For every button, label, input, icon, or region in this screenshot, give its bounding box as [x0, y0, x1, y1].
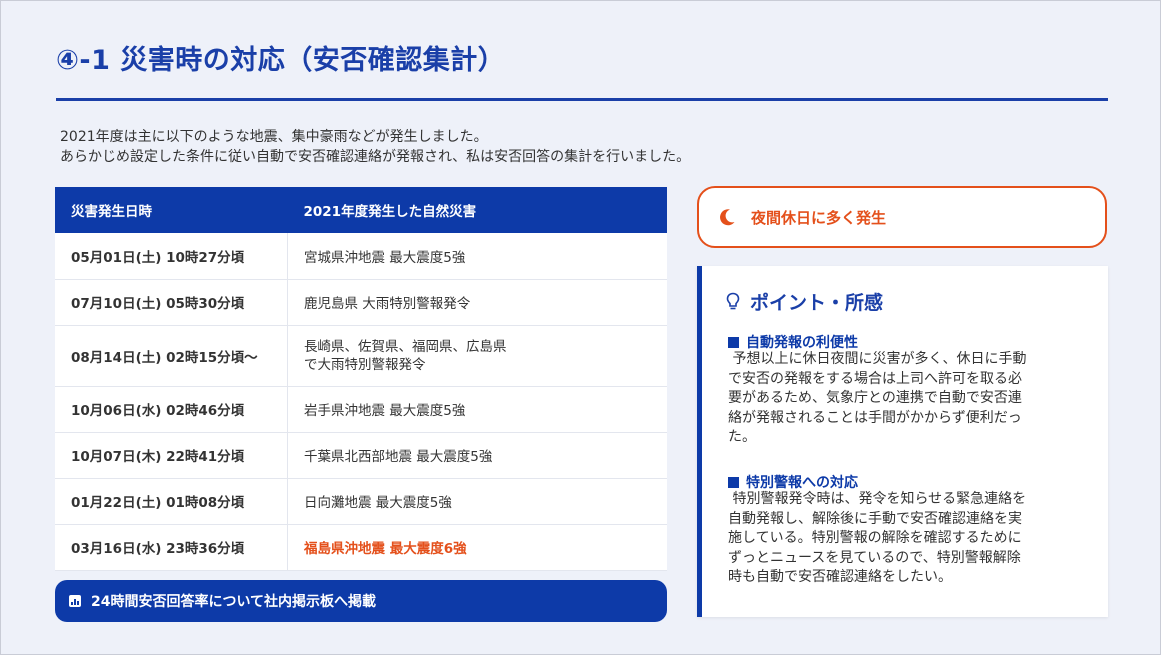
points-header: ポイント・所感: [726, 288, 883, 315]
square-bullet-icon: [728, 476, 739, 488]
header-event: 2021年度発生した自然災害: [287, 187, 667, 233]
row-event: 長崎県、佐賀県、福岡県、広島県 で大雨特別警報発令: [287, 325, 667, 387]
disaster-table: 災害発生日時 2021年度発生した自然災害 05月01日(土) 10時27分頃 …: [55, 187, 667, 571]
intro-line-2: あらかじめ設定した条件に従い自動で安否確認連絡が発報され、私は安否回答の集計を行…: [60, 149, 691, 165]
body-line: 絡が発報されることは手間がかからず便利だっ: [728, 409, 1022, 426]
row-event: 千葉県北西部地震 最大震度5強: [287, 432, 667, 479]
square-bullet-icon: [728, 336, 739, 348]
night-holiday-callout: 夜間休日に多く発生: [697, 186, 1107, 248]
lightbulb-icon: [726, 292, 740, 309]
body-line: 予想以上に休日夜間に災害が多く、休日に手動: [728, 351, 1027, 367]
table-row: 01月22日(土) 01時08分頃 日向灘地震 最大震度5強: [55, 478, 667, 525]
intro-text: 2021年度は主に以下のような地震、集中豪雨などが発生しました。 あらかじめ設定…: [60, 127, 690, 167]
moon-icon: [720, 209, 735, 226]
intro-line-1: 2021年度は主に以下のような地震、集中豪雨などが発生しました。: [60, 129, 488, 145]
section-body-auto-dispatch: 予想以上に休日夜間に災害が多く、休日に手動 で安否の発報をする場合は上司へ許可を…: [728, 350, 1090, 448]
row-event-highlight: 福島県沖地震 最大震度6強: [287, 524, 667, 571]
row-event: 鹿児島県 大雨特別警報発令: [287, 279, 667, 326]
banner-text: 24時間安否回答率について社内掲示板へ掲載: [91, 594, 377, 610]
row-event: 岩手県沖地震 最大震度5強: [287, 386, 667, 433]
body-line: ずっとニュースを見ているので、特別警報解除: [728, 549, 1021, 566]
row-date: 10月06日(水) 02時46分頃: [55, 386, 288, 433]
table-row: 10月07日(木) 22時41分頃 千葉県北西部地震 最大震度5強: [55, 432, 667, 479]
body-line: 時も自動で安否確認連絡をしたい。: [728, 569, 952, 586]
section-title-text: 自動発報の利便性: [746, 335, 858, 351]
section-title-special-warning: 特別警報への対応: [728, 472, 858, 492]
body-line: で安否の発報をする場合は上司へ許可を取る必: [728, 370, 1022, 387]
body-line: た。: [728, 429, 756, 446]
row-date: 03月16日(水) 23時36分頃: [55, 524, 288, 571]
page-title: ④-1 災害時の対応（安否確認集計）: [56, 45, 506, 76]
table-row-highlight: 03月16日(水) 23時36分頃 福島県沖地震 最大震度6強: [55, 524, 667, 571]
table-row: 10月06日(水) 02時46分頃 岩手県沖地震 最大震度5強: [55, 386, 667, 433]
row-date: 10月07日(木) 22時41分頃: [55, 432, 288, 479]
row-event: 宮城県沖地震 最大震度5強: [287, 233, 667, 280]
table-row: 05月01日(土) 10時27分頃 宮城県沖地震 最大震度5強: [55, 233, 667, 280]
row-event-line-1: 長崎県、佐賀県、福岡県、広島県: [304, 338, 507, 355]
table-row: 07月10日(土) 05時30分頃 鹿児島県 大雨特別警報発令: [55, 279, 667, 326]
body-line: 自動発報し、解除後に手動で安否確認連絡を実: [728, 510, 1022, 527]
row-date: 01月22日(土) 01時08分頃: [55, 478, 288, 525]
row-date: 08月14日(土) 02時15分頃〜: [55, 325, 288, 387]
section-body-special-warning: 特別警報発令時は、発令を知らせる緊急連絡を 自動発報し、解除後に手動で安否確認連…: [728, 490, 1090, 588]
points-title: ポイント・所感: [750, 292, 884, 314]
bar-chart-icon: [69, 595, 81, 607]
header-date: 災害発生日時: [55, 187, 288, 233]
body-line: 特別警報発令時は、発令を知らせる緊急連絡を: [728, 491, 1027, 507]
row-date: 07月10日(土) 05時30分頃: [55, 279, 288, 326]
table-header-row: 災害発生日時 2021年度発生した自然災害: [55, 187, 667, 233]
section-title-text: 特別警報への対応: [746, 475, 858, 491]
callout-text: 夜間休日に多く発生: [751, 208, 887, 227]
points-card: ポイント・所感 自動発報の利便性 予想以上に休日夜間に災害が多く、休日に手動 で…: [697, 266, 1108, 617]
section-title-auto-dispatch: 自動発報の利便性: [728, 332, 858, 352]
body-line: 要があるため、気象庁との連携で自動で安否連: [728, 390, 1022, 407]
body-line: 施している。特別警報の解除を確認するために: [728, 530, 1022, 547]
bulletin-banner: 24時間安否回答率について社内掲示板へ掲載: [55, 580, 667, 622]
table-row: 08月14日(土) 02時15分頃〜 長崎県、佐賀県、福岡県、広島県 で大雨特別…: [55, 325, 667, 387]
row-date: 05月01日(土) 10時27分頃: [55, 233, 288, 280]
row-event-line-2: で大雨特別警報発令: [304, 356, 426, 373]
row-event: 日向灘地震 最大震度5強: [287, 478, 667, 525]
title-divider: [56, 98, 1108, 101]
